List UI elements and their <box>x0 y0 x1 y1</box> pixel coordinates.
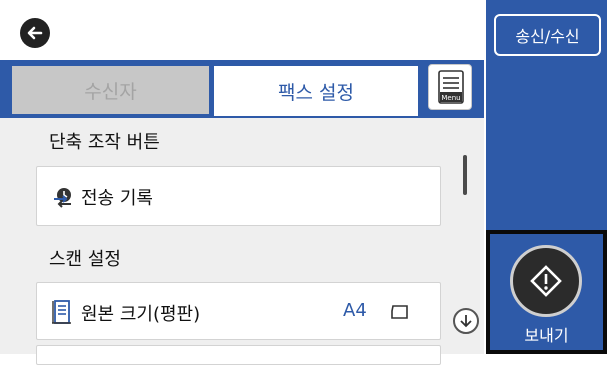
history-icon <box>54 188 71 208</box>
orientation-icon <box>391 305 408 319</box>
arrow-down-icon <box>460 315 472 328</box>
next-setting-item[interactable] <box>36 345 441 365</box>
transmission-history-button[interactable]: 전송 기록 <box>36 166 441 226</box>
back-button[interactable] <box>20 18 50 48</box>
history-label: 전송 기록 <box>81 188 153 209</box>
start-diamond-icon <box>530 265 562 297</box>
start-button[interactable] <box>510 245 582 317</box>
menu-icon-text: Menu <box>441 94 460 102</box>
scrollbar-thumb[interactable] <box>463 155 467 195</box>
original-size-setting[interactable]: 원본 크기(평판) A4 <box>36 282 441 340</box>
section-title-scan: 스캔 설정 <box>49 249 121 270</box>
document-size-icon <box>52 300 71 324</box>
menu-icon: Menu <box>438 70 464 104</box>
section-title-shortcuts: 단축 조작 버튼 <box>49 132 160 153</box>
tab-fax-settings[interactable]: 팩스 설정 <box>214 66 418 116</box>
menu-button[interactable]: Menu <box>428 64 472 110</box>
send-receive-button[interactable]: 송신/수신 <box>494 14 601 56</box>
original-size-label: 원본 크기(평판) <box>81 304 201 325</box>
back-arrow-icon <box>27 26 43 40</box>
scroll-down-button[interactable] <box>453 308 479 334</box>
original-size-value: A4 <box>343 300 367 321</box>
tab-recipient[interactable]: 수신자 <box>12 66 209 114</box>
send-label: 보내기 <box>524 326 569 345</box>
